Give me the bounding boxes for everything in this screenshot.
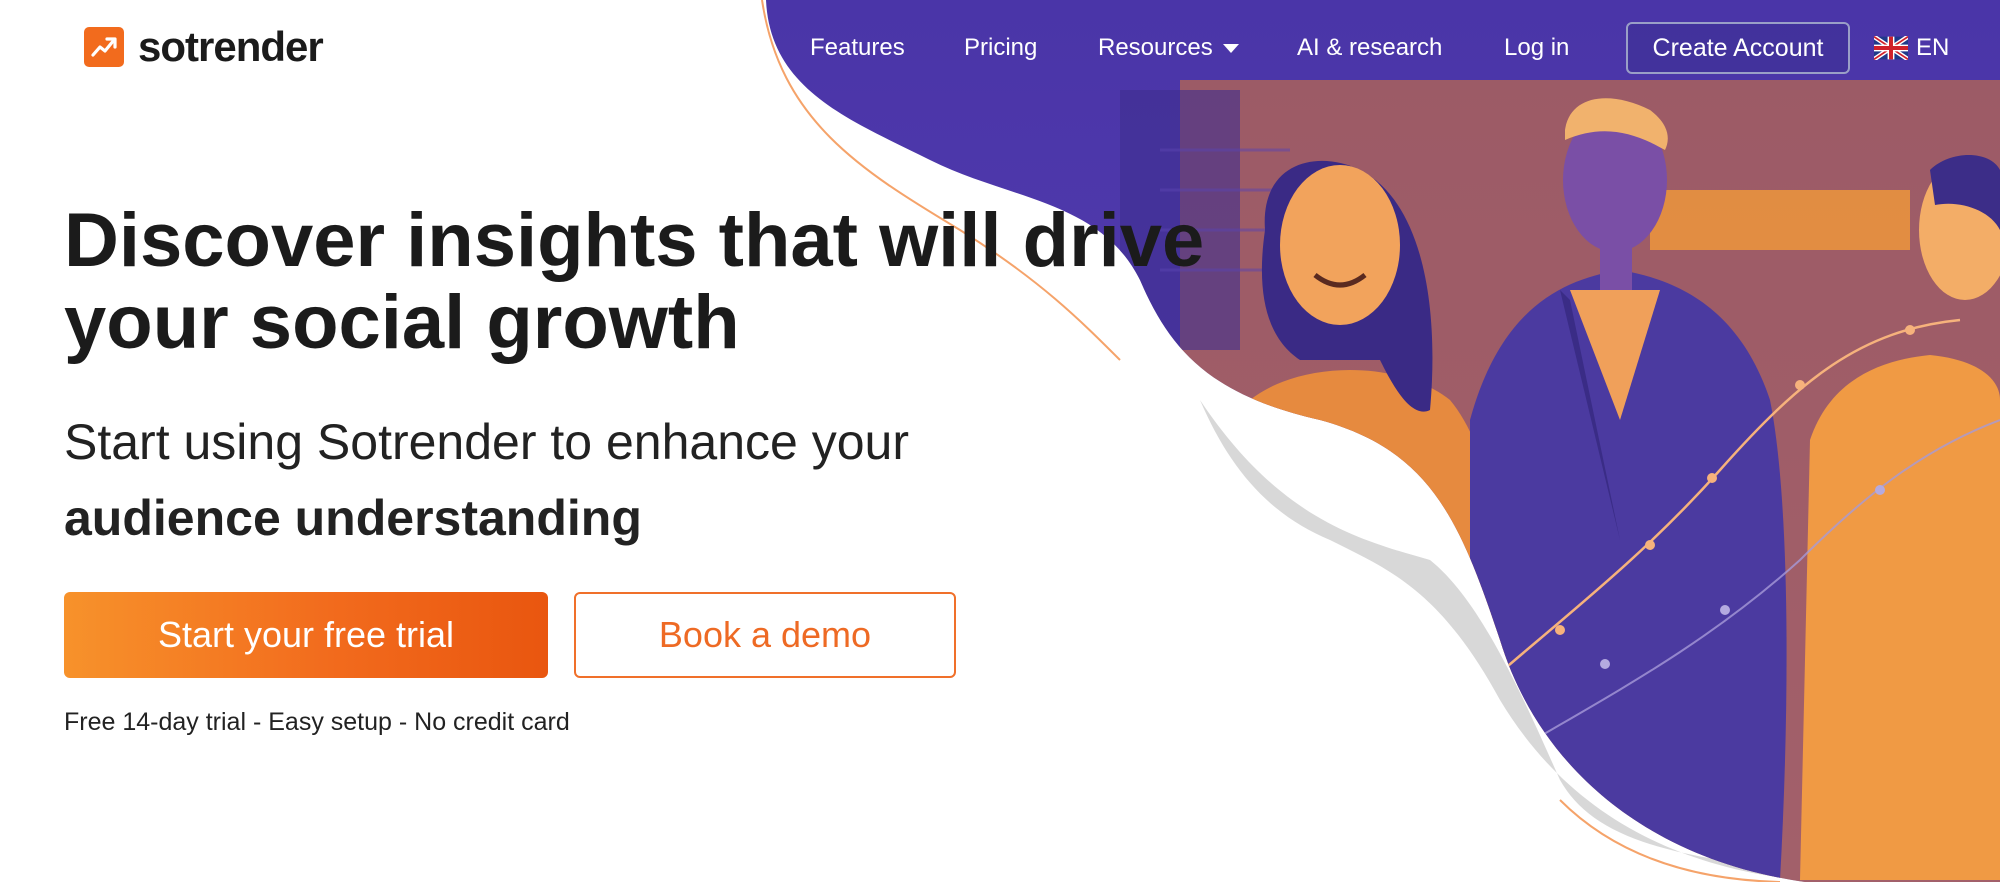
hero-headline: Discover insights that will drive your s…: [64, 198, 1205, 365]
hero-subhead-bold: audience understanding: [64, 490, 642, 546]
chevron-down-icon: [1222, 44, 1239, 54]
nav-resources-label: Resources: [1098, 34, 1213, 61]
uk-flag-icon: [1874, 36, 1908, 60]
main-nav: Features Pricing Resources AI & research…: [0, 22, 2000, 78]
create-account-button[interactable]: Create Account: [1626, 22, 1850, 74]
nav-features[interactable]: Features: [810, 34, 905, 62]
book-demo-button[interactable]: Book a demo: [574, 592, 956, 678]
nav-resources[interactable]: Resources: [1098, 34, 1239, 62]
nav-ai-research[interactable]: AI & research: [1297, 34, 1442, 62]
hero-subhead: Start using Sotrender to enhance your au…: [64, 404, 1024, 556]
start-free-trial-button[interactable]: Start your free trial: [64, 592, 548, 678]
language-selector[interactable]: EN: [1874, 34, 1949, 62]
trial-note: Free 14-day trial - Easy setup - No cred…: [64, 708, 570, 736]
hero-subhead-light: Start using Sotrender to enhance your: [64, 414, 909, 470]
language-label: EN: [1916, 34, 1950, 61]
nav-pricing[interactable]: Pricing: [964, 34, 1037, 62]
nav-login[interactable]: Log in: [1504, 34, 1569, 62]
